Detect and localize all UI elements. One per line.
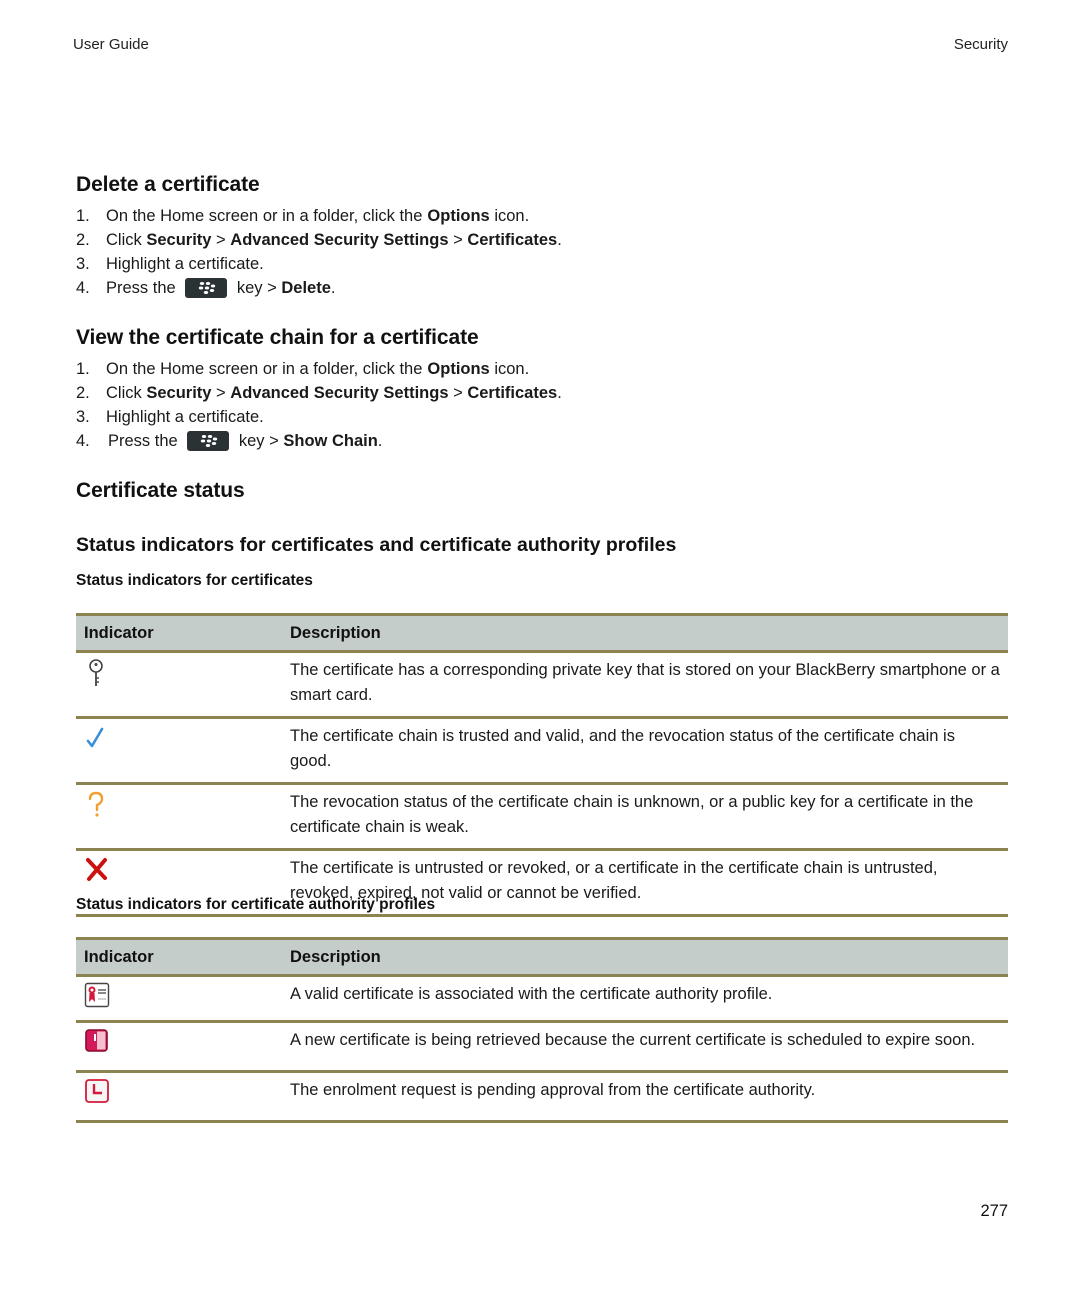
pending-enrolment-icon <box>84 1078 110 1106</box>
step-number: 2. <box>76 384 90 402</box>
ui-term-advanced-security-settings: Advanced Security Settings <box>230 384 449 402</box>
list-item: 2. Click Security > Advanced Security Se… <box>76 228 562 252</box>
step-text: Highlight a certificate. <box>106 255 264 273</box>
description-cell: The enrolment request is pending approva… <box>282 1071 1008 1123</box>
untrusted-x-icon <box>84 856 110 884</box>
step-text: . <box>330 279 336 297</box>
private-key-icon <box>84 658 110 686</box>
step-text: Press the <box>106 279 181 297</box>
separator: > <box>211 384 231 402</box>
ui-term-delete: Delete <box>281 279 331 297</box>
table-caption-ca-profiles: Status indicators for certificate author… <box>76 896 436 913</box>
table-header-row: Indicator Description <box>76 937 1008 977</box>
expiring-certificate-icon <box>84 1028 110 1056</box>
section-title-view-chain: View the certificate chain for a certifi… <box>76 326 479 349</box>
column-header-description: Description <box>282 937 1008 977</box>
step-text: On the Home screen or in a folder, click… <box>106 360 423 378</box>
step-number: 3. <box>76 408 90 426</box>
section-title-certificate-status: Certificate status <box>76 479 245 502</box>
valid-certificate-icon <box>84 982 110 1010</box>
column-header-indicator: Indicator <box>76 613 282 653</box>
chain-steps-list: 1. On the Home screen or in a folder, cl… <box>76 357 562 453</box>
separator: > <box>448 231 468 249</box>
description-cell: The certificate has a corresponding priv… <box>282 651 1008 719</box>
certificate-status-table: Indicator Description The certificate ha… <box>76 613 1008 917</box>
step-number: 4. <box>76 279 90 297</box>
indicator-cell <box>76 1021 282 1073</box>
list-item: 1. On the Home screen or in a folder, cl… <box>76 357 562 381</box>
indicator-cell <box>76 717 282 785</box>
step-text: . <box>557 231 562 249</box>
unknown-question-icon <box>84 790 110 818</box>
ui-term-certificates: Certificates <box>467 384 558 402</box>
step-text: icon. <box>489 360 530 378</box>
separator: > <box>448 384 468 402</box>
description-cell: A valid certificate is associated with t… <box>282 975 1008 1023</box>
ui-term-show-chain: Show Chain <box>283 432 378 450</box>
blackberry-menu-key-icon <box>185 278 228 298</box>
ca-profile-status-table: Indicator Description A valid certificat… <box>76 937 1008 1123</box>
description-cell: A new certificate is being retrieved bec… <box>282 1021 1008 1073</box>
table-row: The enrolment request is pending approva… <box>76 1071 1008 1123</box>
ui-term-options: Options <box>427 360 490 378</box>
section-title-delete-certificate: Delete a certificate <box>76 173 260 196</box>
indicator-cell <box>76 783 282 851</box>
table-row: A new certificate is being retrieved bec… <box>76 1021 1008 1073</box>
list-item: 3. Highlight a certificate. <box>76 252 562 276</box>
step-text: icon. <box>489 207 530 225</box>
indicator-cell <box>76 651 282 719</box>
list-item: 4. Press the key > Show Chain. <box>76 429 562 453</box>
table-row: The certificate chain is trusted and val… <box>76 717 1008 785</box>
step-text: key > <box>234 432 284 450</box>
separator: > <box>211 231 231 249</box>
delete-steps-list: 1. On the Home screen or in a folder, cl… <box>76 204 562 300</box>
column-header-description: Description <box>282 613 1008 653</box>
step-text: Click <box>106 231 147 249</box>
step-number: 2. <box>76 231 90 249</box>
table-row: The revocation status of the certificate… <box>76 783 1008 851</box>
ui-term-options: Options <box>427 207 490 225</box>
ui-term-security: Security <box>146 384 212 402</box>
running-header-left: User Guide <box>73 36 149 53</box>
indicator-cell <box>76 975 282 1023</box>
step-text: Highlight a certificate. <box>106 408 264 426</box>
step-text: Click <box>106 384 147 402</box>
list-item: 1. On the Home screen or in a folder, cl… <box>76 204 562 228</box>
subsection-title-status-indicators: Status indicators for certificates and c… <box>76 534 677 556</box>
step-text: On the Home screen or in a folder, click… <box>106 207 423 225</box>
list-item: 3. Highlight a certificate. <box>76 405 562 429</box>
running-header-right: Security <box>953 36 1008 53</box>
step-text: key > <box>232 279 282 297</box>
table-row: The certificate has a corresponding priv… <box>76 651 1008 719</box>
step-text: . <box>377 432 383 450</box>
step-number: 3. <box>76 255 90 273</box>
description-cell: The certificate chain is trusted and val… <box>282 717 1008 785</box>
table-header-row: Indicator Description <box>76 613 1008 653</box>
trusted-checkmark-icon <box>84 724 110 752</box>
step-number: 1. <box>76 360 90 378</box>
page-number: 277 <box>980 1202 1008 1220</box>
step-text: . <box>557 384 562 402</box>
table-row: A valid certificate is associated with t… <box>76 975 1008 1023</box>
list-item: 4. Press the key > Delete. <box>76 276 562 300</box>
ui-term-security: Security <box>146 231 212 249</box>
ui-term-advanced-security-settings: Advanced Security Settings <box>230 231 449 249</box>
indicator-cell <box>76 1071 282 1123</box>
column-header-indicator: Indicator <box>76 937 282 977</box>
list-item: 2. Click Security > Advanced Security Se… <box>76 381 562 405</box>
blackberry-menu-key-icon <box>187 431 230 451</box>
step-number: 4. <box>76 432 90 450</box>
step-number: 1. <box>76 207 90 225</box>
ui-term-certificates: Certificates <box>467 231 558 249</box>
description-cell: The revocation status of the certificate… <box>282 783 1008 851</box>
table-caption-certificates: Status indicators for certificates <box>76 572 313 589</box>
step-text: Press the <box>108 432 183 450</box>
